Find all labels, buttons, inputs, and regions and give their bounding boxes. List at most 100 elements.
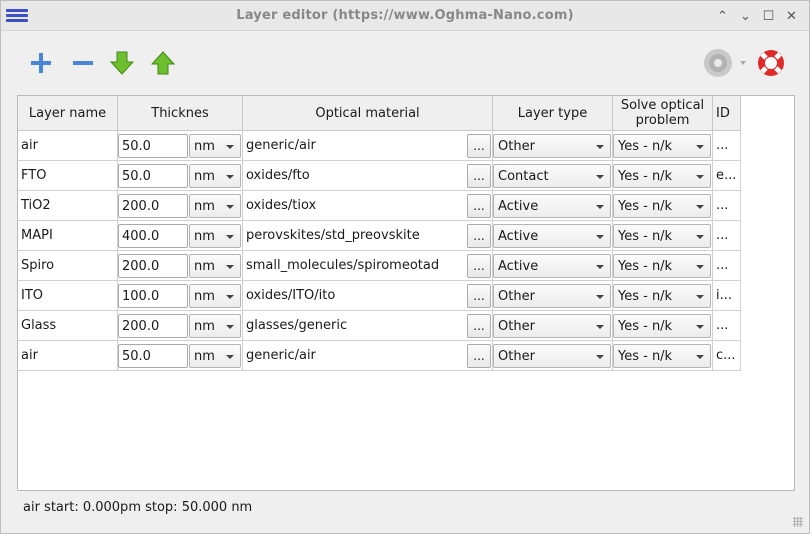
browse-material-button[interactable]: ... — [467, 134, 491, 158]
layer-type-select[interactable]: Active — [493, 224, 611, 248]
solve-optical-value: Yes - n/k — [618, 228, 673, 244]
chevron-down-icon — [226, 355, 234, 359]
layer-type-select[interactable]: Contact — [493, 164, 611, 188]
optical-material-cell: glasses/generic... — [243, 311, 493, 341]
id-cell[interactable]: ... — [713, 311, 741, 341]
unit-select[interactable]: nm — [189, 254, 241, 278]
solve-optical-select[interactable]: Yes - n/k — [613, 164, 711, 188]
layer-name-cell[interactable]: FTO — [18, 161, 118, 191]
id-cell[interactable]: ... — [713, 221, 741, 251]
layer-type-select[interactable]: Active — [493, 254, 611, 278]
chevron-down-icon — [696, 205, 704, 209]
layer-type-cell: Active — [493, 191, 613, 221]
unit-select[interactable]: nm — [189, 134, 241, 158]
add-layer-button[interactable] — [25, 47, 57, 79]
help-button[interactable] — [755, 47, 787, 79]
id-cell[interactable]: e... — [713, 161, 741, 191]
chevron-down-icon — [596, 205, 604, 209]
solve-optical-select[interactable]: Yes - n/k — [613, 344, 711, 368]
layer-type-select[interactable]: Other — [493, 314, 611, 338]
layer-name-cell[interactable]: Glass — [18, 311, 118, 341]
browse-material-button[interactable]: ... — [467, 284, 491, 308]
layer-name-cell[interactable]: air — [18, 131, 118, 161]
layer-type-select[interactable]: Active — [493, 194, 611, 218]
chevron-down-icon — [596, 175, 604, 179]
thickness-input[interactable]: 200.0 — [118, 194, 188, 218]
layer-name-cell[interactable]: MAPI — [18, 221, 118, 251]
chevron-down-icon — [226, 265, 234, 269]
solve-optical-select[interactable]: Yes - n/k — [613, 194, 711, 218]
material-value: oxides/fto — [246, 168, 310, 183]
id-cell[interactable]: ... — [713, 131, 741, 161]
unit-select[interactable]: nm — [189, 314, 241, 338]
solve-optical-select[interactable]: Yes - n/k — [613, 224, 711, 248]
optical-material-cell: oxides/fto... — [243, 161, 493, 191]
solve-optical-select[interactable]: Yes - n/k — [613, 134, 711, 158]
maximize-button[interactable]: ☐ — [757, 7, 780, 25]
thickness-input[interactable]: 50.0 — [118, 164, 188, 188]
solve-optical-select[interactable]: Yes - n/k — [613, 314, 711, 338]
unit-select[interactable]: nm — [189, 224, 241, 248]
layer-name-cell[interactable]: ITO — [18, 281, 118, 311]
unit-select[interactable]: nm — [189, 284, 241, 308]
id-cell[interactable]: ... — [713, 191, 741, 221]
id-cell[interactable]: ... — [713, 251, 741, 281]
solve-optical-select[interactable]: Yes - n/k — [613, 284, 711, 308]
layer-type-cell: Other — [493, 131, 613, 161]
thickness-input[interactable]: 100.0 — [118, 284, 188, 308]
header-layer-name[interactable]: Layer name — [18, 96, 118, 131]
header-optical-material[interactable]: Optical material — [243, 96, 493, 131]
thickness-cell: 200.0 nm — [118, 191, 243, 221]
unit-select[interactable]: nm — [189, 194, 241, 218]
browse-material-button[interactable]: ... — [467, 254, 491, 278]
resize-grip[interactable] — [793, 517, 803, 527]
layer-type-select[interactable]: Other — [493, 344, 611, 368]
solve-optical-cell: Yes - n/k — [613, 131, 713, 161]
toolbar — [1, 32, 809, 92]
header-thickness[interactable]: Thicknes — [118, 96, 243, 131]
collapse-button[interactable]: ⌃ — [711, 7, 734, 25]
layer-name-cell[interactable]: air — [18, 341, 118, 371]
layer-type-select[interactable]: Other — [493, 134, 611, 158]
header-solve-optical[interactable]: Solve optical problem — [613, 96, 713, 131]
remove-layer-button[interactable] — [67, 47, 99, 79]
browse-material-button[interactable]: ... — [467, 224, 491, 248]
layer-type-select[interactable]: Other — [493, 284, 611, 308]
chevron-down-icon — [596, 295, 604, 299]
expand-button[interactable]: ⌄ — [734, 7, 757, 25]
thickness-input[interactable]: 400.0 — [118, 224, 188, 248]
layer-type-value: Active — [498, 258, 539, 274]
header-id[interactable]: ID — [713, 96, 741, 131]
chevron-down-icon — [596, 145, 604, 149]
layer-name-cell[interactable]: TiO2 — [18, 191, 118, 221]
unit-select[interactable]: nm — [189, 344, 241, 368]
plus-icon — [31, 53, 51, 73]
browse-material-button[interactable]: ... — [467, 314, 491, 338]
optical-material-cell: small_molecules/spiromeotad... — [243, 251, 493, 281]
thickness-input[interactable]: 200.0 — [118, 254, 188, 278]
browse-material-button[interactable]: ... — [467, 194, 491, 218]
disc-menu-button[interactable] — [701, 47, 747, 79]
material-value: glasses/generic — [246, 318, 348, 333]
browse-material-button[interactable]: ... — [467, 164, 491, 188]
thickness-input[interactable]: 200.0 — [118, 314, 188, 338]
unit-select[interactable]: nm — [189, 164, 241, 188]
id-cell[interactable]: i... — [713, 281, 741, 311]
id-cell[interactable]: c... — [713, 341, 741, 371]
chevron-down-icon — [596, 265, 604, 269]
browse-material-button[interactable]: ... — [467, 344, 491, 368]
thickness-input[interactable]: 50.0 — [118, 134, 188, 158]
layer-name-cell[interactable]: Spiro — [18, 251, 118, 281]
thickness-cell: 400.0 nm — [118, 221, 243, 251]
thickness-input[interactable]: 50.0 — [118, 344, 188, 368]
move-up-button[interactable] — [147, 47, 179, 79]
unit-value: nm — [194, 318, 215, 334]
table-row: MAPI 400.0 nm perovskites/std_preovskite...… — [18, 221, 741, 251]
close-button[interactable]: ✕ — [780, 7, 803, 25]
move-down-button[interactable] — [106, 47, 138, 79]
solve-optical-select[interactable]: Yes - n/k — [613, 254, 711, 278]
thickness-cell: 100.0 nm — [118, 281, 243, 311]
header-layer-type[interactable]: Layer type — [493, 96, 613, 131]
chevron-down-icon — [596, 355, 604, 359]
solve-optical-cell: Yes - n/k — [613, 251, 713, 281]
